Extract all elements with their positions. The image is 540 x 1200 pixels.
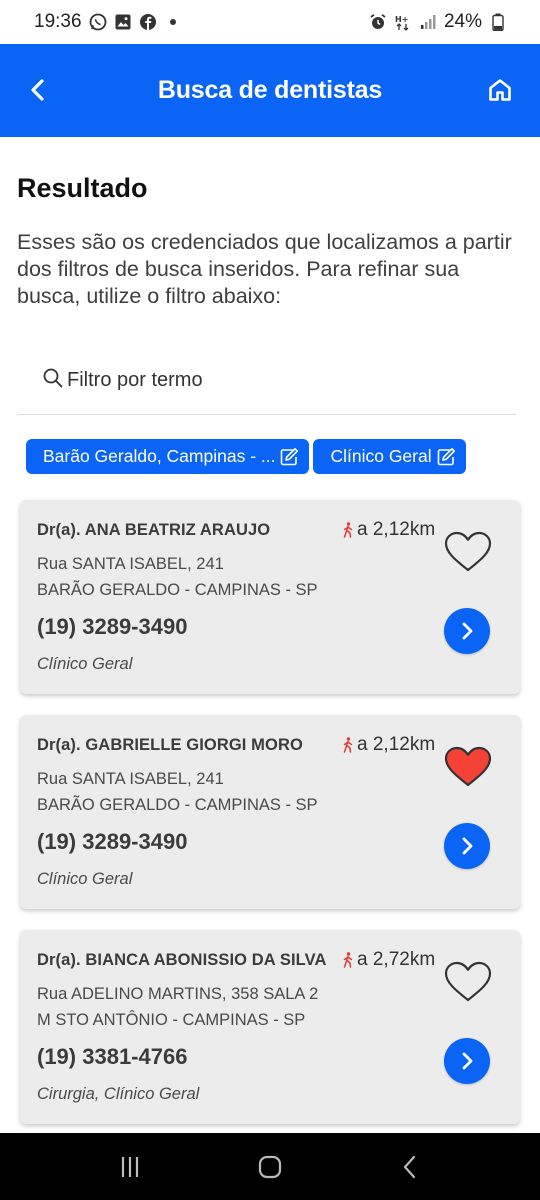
status-left: 19:36 [34,11,176,33]
back-arrow-icon [403,1155,416,1178]
edit-icon[interactable] [436,447,456,467]
heart-icon [444,531,492,572]
result-heading: Resultado [17,173,148,203]
whatsapp-icon [89,13,107,31]
chip-label: Barão Geraldo, Campinas - ... [43,446,276,466]
dentist-name: Dr(a). ANA BEATRIZ ARAUJO [37,521,271,539]
favorite-button[interactable] [444,960,492,1004]
back-button[interactable] [20,72,56,108]
walking-person-icon [342,737,354,753]
filter-input[interactable] [67,363,487,397]
app-bar: Busca de dentistas [0,44,540,137]
specialty: Clínico Geral [37,655,133,673]
network-hplus-icon: H+ [394,13,412,31]
open-details-button[interactable] [444,608,490,654]
status-right: H+ 24% [369,11,507,33]
phone[interactable]: (19) 3381-4766 [37,1044,187,1070]
recent-apps-icon [121,1156,139,1177]
heart-icon [444,746,492,787]
alarm-icon [369,13,387,31]
specialty: Cirurgia, Clínico Geral [37,1085,200,1103]
status-bar: 19:36 H+ 24% [0,0,540,44]
address-line1: Rua ADELINO MARTINS, 358 SALA 2 [37,985,319,1003]
distance-text: a 2,72km [357,949,436,970]
edit-icon[interactable] [279,447,299,467]
chip-specialty[interactable]: Clínico Geral [313,439,466,474]
address-line2: BARÃO GERALDO - CAMPINAS - SP [37,796,318,814]
status-time: 19:36 [34,11,82,32]
chip-label: Clínico Geral [330,446,432,466]
distance-text: a 2,12km [357,519,436,540]
phone[interactable]: (19) 3289-3490 [37,829,187,855]
chevron-right-icon [462,1052,473,1070]
dentist-name: Dr(a). GABRIELLE GIORGI MORO [37,736,303,754]
dentist-name: Dr(a). BIANCA ABONISSIO DA SILVA [37,951,327,969]
distance: a 2,72km [342,949,435,971]
chevron-right-icon [462,837,473,855]
distance: a 2,12km [342,734,435,756]
specialty: Clínico Geral [37,870,133,888]
walking-person-icon [342,522,354,538]
chevron-left-icon [31,79,44,101]
address-line1: Rua SANTA ISABEL, 241 [37,555,224,573]
recent-apps-button[interactable] [110,1147,150,1187]
favorite-button[interactable] [444,745,492,789]
svg-text:H+: H+ [395,15,408,24]
open-details-button[interactable] [444,1038,490,1084]
address-line1: Rua SANTA ISABEL, 241 [37,770,224,788]
chevron-right-icon [462,622,473,640]
phone[interactable]: (19) 3289-3490 [37,614,187,640]
home-icon [489,79,511,101]
filter-field[interactable] [17,359,516,415]
back-nav-button[interactable] [390,1147,430,1187]
distance: a 2,12km [342,519,435,541]
page-title: Busca de dentistas [157,76,383,104]
favorite-button[interactable] [444,530,492,574]
heart-icon [444,961,492,1002]
result-description: Esses são os credenciados que localizamo… [17,230,512,308]
system-nav-bar [0,1133,540,1200]
address-line2: M STO ANTÔNIO - CAMPINAS - SP [37,1011,306,1029]
home-circle-icon [258,1155,282,1178]
dentist-card[interactable]: Dr(a). GABRIELLE GIORGI MORO a 2,12km Ru… [20,715,520,909]
dentist-card[interactable]: Dr(a). BIANCA ABONISSIO DA SILVA a 2,72k… [20,930,520,1124]
notification-dot-icon [169,19,176,25]
battery-icon [489,13,507,31]
search-icon [42,367,64,389]
gallery-icon [114,13,132,31]
open-details-button[interactable] [444,823,490,869]
signal-icon [419,13,437,31]
distance-text: a 2,12km [357,734,436,755]
battery-percent: 24% [443,11,482,32]
walking-person-icon [342,952,354,968]
facebook-icon [139,13,157,31]
filter-chips: Barão Geraldo, Campinas - ... Clínico Ge… [26,439,466,474]
home-button[interactable] [484,74,516,106]
address-line2: BARÃO GERALDO - CAMPINAS - SP [37,581,318,599]
home-nav-button[interactable] [250,1147,290,1187]
dentist-card[interactable]: Dr(a). ANA BEATRIZ ARAUJO a 2,12km Rua S… [20,500,520,694]
chip-location[interactable]: Barão Geraldo, Campinas - ... [26,439,310,474]
